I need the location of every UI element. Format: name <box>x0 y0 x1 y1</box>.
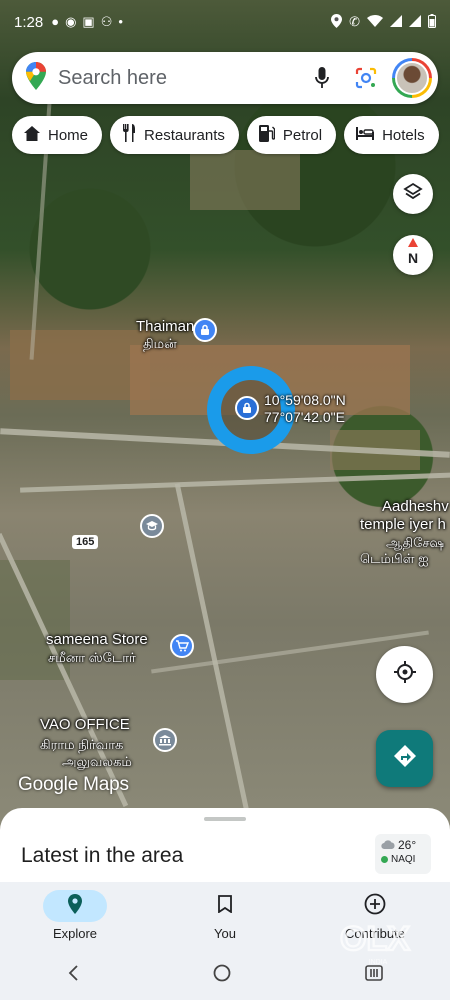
status-bar: 1:28 ● ◉ ▣ ⚇ • ✆ <box>0 0 450 44</box>
fuel-icon <box>258 124 276 146</box>
dot-icon: • <box>118 14 123 29</box>
chip-restaurants[interactable]: Restaurants <box>110 116 239 154</box>
hotel-icon <box>356 126 375 144</box>
restaurant-icon <box>122 124 136 146</box>
home-circle-icon[interactable] <box>213 964 231 987</box>
wifi-icon <box>367 14 383 30</box>
map-road <box>20 472 450 493</box>
road-shield: 165 <box>72 535 99 549</box>
my-location-button[interactable] <box>376 646 433 703</box>
status-time: 1:28 <box>14 13 44 31</box>
chip-home[interactable]: Home <box>12 116 103 154</box>
teams-icon: ▣ <box>82 14 95 29</box>
chip-label: Home <box>48 126 89 144</box>
nav-you[interactable]: You <box>150 882 300 950</box>
location-icon <box>331 13 343 31</box>
directions-button[interactable] <box>376 730 433 787</box>
temperature-text: 26° <box>398 838 417 852</box>
government-building-icon[interactable] <box>153 728 177 752</box>
battery-icon <box>428 13 436 31</box>
place-label-temple-local2: டெம்பிள் ஐ <box>360 551 429 566</box>
place-label-vao-local: கிராம நிர்வாக <box>40 737 124 752</box>
layers-icon <box>403 182 423 207</box>
sheet-drag-handle[interactable] <box>204 817 246 821</box>
crosshair-icon <box>393 660 417 689</box>
chip-label: Restaurants <box>144 126 225 144</box>
layers-button[interactable] <box>393 174 433 214</box>
place-label-temple[interactable]: Aadheshv <box>382 498 449 515</box>
search-bar[interactable]: Search here <box>12 52 438 104</box>
olx-watermark: OLX INDIA <box>334 916 416 968</box>
place-label-store[interactable]: sameena Store <box>46 631 148 648</box>
weather-chip[interactable]: 26° NAQI <box>375 834 431 874</box>
nav-label: Explore <box>52 926 98 941</box>
watermark-sub: INDIA <box>369 959 388 966</box>
nav-explore[interactable]: Explore <box>0 882 150 950</box>
longitude-text: 77°07'42.0"E <box>264 409 345 425</box>
map-road <box>29 60 55 360</box>
shopping-cart-icon[interactable] <box>170 634 194 658</box>
wifi-call-icon: ✆ <box>349 14 360 29</box>
signal-icon <box>409 14 421 30</box>
whatsapp-icon: ◉ <box>65 14 77 29</box>
chat-icon: ● <box>51 14 60 29</box>
google-maps-logo: Google Maps <box>18 774 129 795</box>
profile-avatar[interactable] <box>392 58 432 98</box>
chip-hotels[interactable]: Hotels <box>344 116 439 154</box>
sheet-title: Latest in the area <box>21 844 184 867</box>
nav-label: You <box>214 926 236 941</box>
signal-icon <box>390 14 402 30</box>
chip-petrol[interactable]: Petrol <box>246 116 337 154</box>
search-input[interactable]: Search here <box>58 67 304 90</box>
cloud-icon <box>381 838 395 852</box>
school-icon[interactable] <box>140 514 164 538</box>
directions-icon <box>393 744 417 773</box>
bookmark-icon <box>218 894 232 918</box>
chip-label: Petrol <box>282 126 323 144</box>
chip-label: Hotels <box>382 126 425 144</box>
back-icon[interactable] <box>67 964 79 986</box>
coordinates-label: 10°59'08.0"N 77°07'42.0"E <box>264 392 346 426</box>
category-chips: Home Restaurants Petrol Hotels <box>12 116 439 154</box>
avatar-photo <box>395 61 429 95</box>
google-maps-pin-icon <box>26 61 46 95</box>
latitude-text: 10°59'08.0"N <box>264 392 346 408</box>
svg-text:N: N <box>408 250 418 266</box>
place-label-vao-local2: அலுவலகம் <box>62 754 132 769</box>
place-label-thaiman[interactable]: Thaiman <box>136 318 194 335</box>
place-label-temple-local: ஆதிசேஷ <box>386 535 445 550</box>
network-icon: ⚇ <box>100 14 113 29</box>
map-field <box>190 150 300 210</box>
aqi-status-dot <box>381 856 388 863</box>
aqi-text: NAQI <box>391 854 416 865</box>
google-lens-icon[interactable] <box>348 60 384 96</box>
compass-button[interactable]: N <box>393 235 433 275</box>
place-label-temple-line2: temple iyer h <box>360 516 446 533</box>
microphone-icon[interactable] <box>304 60 340 96</box>
nav-explore-pill <box>43 890 107 922</box>
lock-icon <box>235 396 259 420</box>
home-icon <box>24 125 40 145</box>
watermark-brand: OLX <box>340 920 410 958</box>
compass-icon: N <box>402 237 424 273</box>
pin-icon <box>68 893 82 919</box>
place-label-store-local: சமீனா ஸ்டோர் <box>48 650 136 665</box>
lock-pin-icon[interactable] <box>193 318 217 342</box>
nav-you-pill <box>193 890 257 922</box>
place-label-vao[interactable]: VAO OFFICE <box>40 716 130 733</box>
place-label-thaiman-local: திமன் <box>143 336 177 351</box>
